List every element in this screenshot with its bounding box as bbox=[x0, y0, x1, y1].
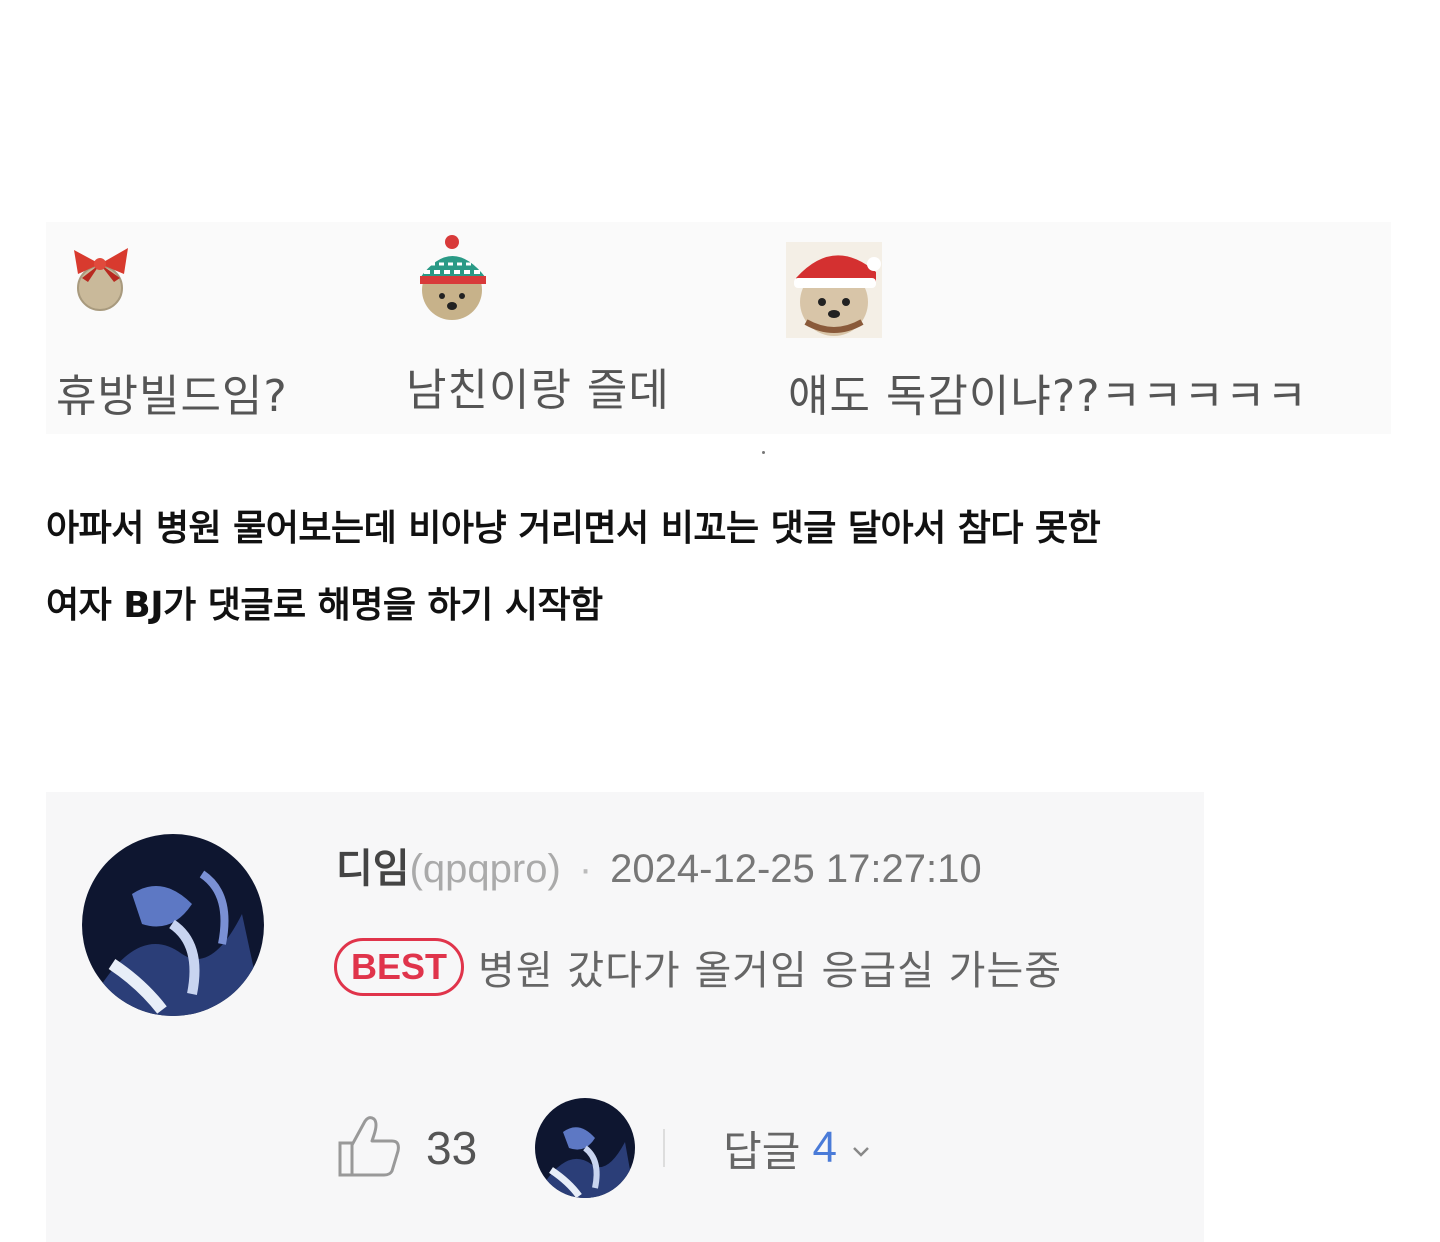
mini-comment: 남친이랑 즐데 bbox=[376, 222, 756, 434]
avatar[interactable] bbox=[82, 834, 264, 1016]
comment-body: 병원 갔다가 올거임 응급실 가는중 bbox=[478, 948, 1063, 994]
reply-button[interactable]: 답글 bbox=[723, 1118, 800, 1179]
like-count: 33 bbox=[426, 1122, 478, 1174]
mini-comment: 얘도 독감이냐??ㅋㅋㅋㅋㅋ bbox=[766, 222, 1391, 434]
chevron-down-icon[interactable] bbox=[851, 1144, 871, 1163]
post-caption: 아파서 병원 물어보는데 비아냥 거리면서 비꼬는 댓글 달아서 참다 못한 여… bbox=[46, 490, 1406, 644]
santa-dog-icon bbox=[786, 242, 882, 342]
comment-actions: 33 답글 4 bbox=[334, 1098, 871, 1198]
comment-nickname[interactable]: 디임 bbox=[336, 846, 410, 892]
mini-comment-text: 남친이랑 즐데 bbox=[406, 365, 670, 416]
ribbon-bell-icon bbox=[68, 244, 138, 318]
thumbs-up-icon[interactable] bbox=[334, 1111, 404, 1185]
author-heart-avatar bbox=[535, 1098, 636, 1198]
mini-comment: 휴방빌드임? bbox=[46, 222, 346, 434]
beanie-dog-icon bbox=[406, 234, 496, 328]
comment-body-row: BEST 병원 갔다가 올거임 응급실 가는중 bbox=[334, 938, 1062, 996]
mini-comment-text: 휴방빌드임? bbox=[56, 371, 288, 422]
separator-dot bbox=[762, 451, 765, 454]
comment-card: 디임(qpqpro) · 2024-12-25 17:27:10 BEST 병원 갔… bbox=[46, 792, 1204, 1242]
top-comments-strip: 휴방빌드임? 남친이랑 즐데 얘도 독감이냐??ㅋㅋㅋㅋㅋ bbox=[46, 222, 1391, 434]
best-badge: BEST bbox=[334, 938, 465, 996]
action-divider bbox=[663, 1129, 666, 1167]
mini-comment-text: 얘도 독감이냐??ㅋㅋㅋㅋㅋ bbox=[788, 371, 1308, 422]
comment-user-id: (qpqpro) bbox=[409, 847, 561, 891]
caption-line-2: 여자 BJ가 댓글로 해명을 하기 시작함 bbox=[46, 585, 603, 626]
meta-separator: · bbox=[578, 847, 593, 891]
caption-line-1: 아파서 병원 물어보는데 비아냥 거리면서 비꼬는 댓글 달아서 참다 못한 bbox=[46, 508, 1101, 549]
comment-timestamp: 2024-12-25 17:27:10 bbox=[610, 847, 982, 891]
comment-meta: 디임(qpqpro) · 2024-12-25 17:27:10 bbox=[336, 836, 982, 894]
reply-count[interactable]: 4 bbox=[812, 1123, 836, 1173]
